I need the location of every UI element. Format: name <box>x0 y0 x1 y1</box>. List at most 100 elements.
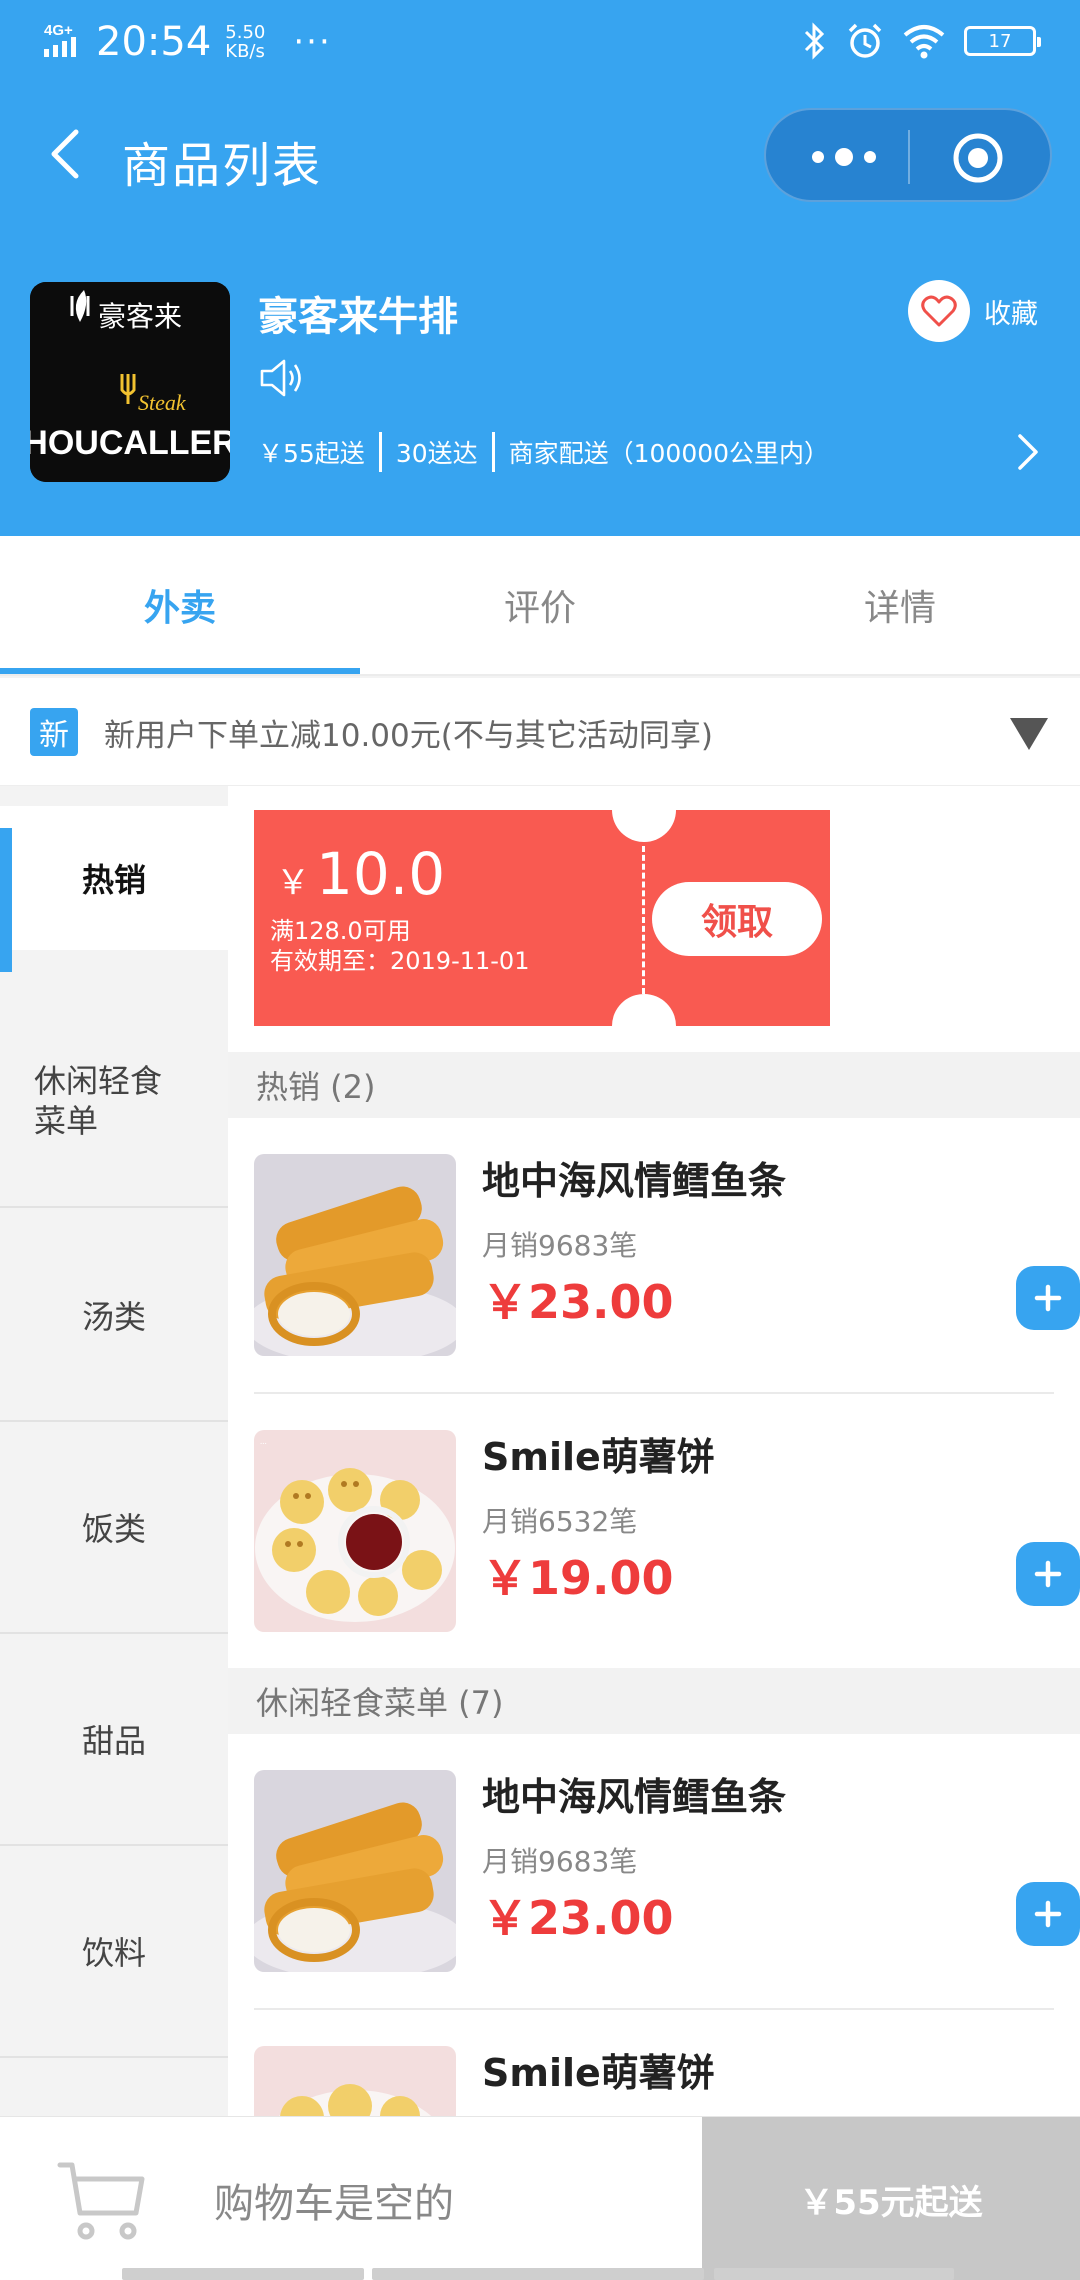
category-rice[interactable]: 饭类 <box>0 1422 228 1634</box>
more-options-icon[interactable] <box>804 134 884 180</box>
status-bar: 4G+ 20:54 5.50 KB/s ··· 17 <box>0 0 1080 84</box>
plus-icon <box>1034 1284 1062 1312</box>
coupon-notch-bottom <box>612 994 676 1058</box>
coupon-currency: ￥ <box>276 863 310 903</box>
product-name: Smile萌薯饼 <box>482 1435 715 1479</box>
heart-icon <box>921 295 957 327</box>
new-user-badge: 新 <box>30 708 78 756</box>
plus-icon <box>1034 1900 1062 1928</box>
section-header: 热销 (2) <box>228 1052 1080 1118</box>
product-price: ￥19.00 <box>482 1551 674 1605</box>
clock: 20:54 <box>96 19 212 65</box>
home-indicator <box>714 2268 954 2280</box>
add-to-cart-button[interactable] <box>1016 1542 1080 1606</box>
delivery-fee-text: 30送达 <box>395 439 478 468</box>
product-sales: 月销9683笔 <box>482 1845 638 1878</box>
promo-text: 新用户下单立减10.00元(不与其它活动同享) <box>104 718 713 754</box>
home-indicator <box>122 2268 364 2280</box>
product-image-fish-sticks <box>254 1154 456 1356</box>
product-item[interactable]: 地中海风情鳕鱼条 月销9683笔 ￥23.00 <box>254 1118 1080 1394</box>
signal-icon: 4G+ <box>44 22 76 57</box>
bluetooth-icon <box>804 22 825 60</box>
checkout-button[interactable]: ￥55元起送 <box>702 2117 1080 2280</box>
coupon-condition: 满128.0可用 <box>270 917 411 945</box>
tab-details[interactable]: 详情 <box>720 536 1080 674</box>
category-light-meal[interactable]: 休闲轻食菜单 <box>0 996 228 1208</box>
smile-potato-image <box>254 2046 456 2116</box>
svg-text:4G+: 4G+ <box>44 22 73 39</box>
expand-triangle-icon[interactable] <box>1010 718 1048 750</box>
product-image-smile-potato <box>254 2046 456 2116</box>
store-logo-image: 豪客来 Steak HOUCALLER <box>30 282 230 482</box>
category-dessert[interactable]: 甜品 <box>0 1634 228 1846</box>
product-sales: 月销6532笔 <box>482 1505 638 1538</box>
miniprogram-capsule <box>764 108 1052 202</box>
page-title: 商品列表 <box>122 138 323 194</box>
fish-sticks-image <box>254 1770 456 1972</box>
speaker-icon[interactable] <box>258 356 306 400</box>
delivery-scope-text: 商家配送（100000公里内） <box>508 439 830 468</box>
tab-reviews[interactable]: 评价 <box>360 536 720 674</box>
add-to-cart-button[interactable] <box>1016 1882 1080 1946</box>
product-item[interactable]: 地中海风情鳕鱼条 月销9683笔 ￥23.00 <box>254 1734 1080 2010</box>
meta-divider <box>378 432 382 472</box>
claim-coupon-button[interactable]: 领取 <box>652 882 822 956</box>
store-delivery-info: ￥55起送 30送达 商家配送（100000公里内） <box>258 432 829 472</box>
net-speed-unit: KB/s <box>225 41 265 62</box>
add-to-cart-button[interactable] <box>1016 1266 1080 1330</box>
cart-empty-text: 购物车是空的 <box>214 2181 454 2227</box>
product-name: 地中海风情鳕鱼条 <box>482 1159 787 1203</box>
coupon-notch-top <box>612 786 676 842</box>
active-tab-indicator <box>0 668 360 674</box>
navigation-bar: 商品列表 <box>0 100 1080 210</box>
coupon-amount: ￥ 10.0 <box>276 840 445 908</box>
coupon-value: 10.0 <box>316 840 446 908</box>
product-price: ￥23.00 <box>482 1891 674 1945</box>
home-indicator <box>372 2268 704 2280</box>
battery-level: 17 <box>988 30 1012 52</box>
plus-icon <box>1034 1560 1062 1588</box>
fish-sticks-image <box>254 1154 456 1356</box>
favorite-label: 收藏 <box>984 298 1038 330</box>
more-notifications: ··· <box>293 22 332 62</box>
network-indicator: 4G+ <box>44 21 90 64</box>
min-order-text: ￥55起送 <box>258 439 365 468</box>
logo-cn-text: 豪客来 <box>98 301 182 333</box>
shopping-cart-icon[interactable] <box>56 2155 148 2247</box>
net-speed: 5.50 KB/s <box>225 23 265 61</box>
coupon-dashed-divider <box>642 846 645 994</box>
store-header: 4G+ 20:54 5.50 KB/s ··· 17 商品列表 豪客来 Stea… <box>0 0 1080 536</box>
cart-bar: 购物车是空的 ￥55元起送 <box>0 2116 1080 2280</box>
promo-banner[interactable]: 新 新用户下单立减10.00元(不与其它活动同享) <box>0 678 1080 786</box>
section-header: 休闲轻食菜单 (7) <box>228 1668 1080 1734</box>
product-item[interactable]: ... Smile萌薯饼 月销6532笔 ￥19.00 <box>254 1394 1080 1670</box>
battery-icon: 17 <box>964 26 1041 56</box>
product-name: 地中海风情鳕鱼条 <box>482 1775 787 1819</box>
product-name: Smile萌薯饼 <box>482 2051 715 2095</box>
product-price: ￥23.00 <box>482 1275 674 1329</box>
product-item[interactable]: Smile萌薯饼 <box>254 2010 1054 2116</box>
coupon-terms: 满128.0可用 有效期至：2019-11-01 <box>270 916 529 976</box>
wifi-icon <box>903 25 945 59</box>
close-miniprogram-icon[interactable] <box>948 128 1008 188</box>
category-sidebar: 热销 休闲轻食菜单 汤类 饭类 甜品 饮料 <box>0 786 228 2116</box>
chevron-right-icon[interactable] <box>1010 430 1046 474</box>
store-name: 豪客来牛排 <box>258 294 458 340</box>
store-logo: 豪客来 Steak HOUCALLER <box>30 282 230 482</box>
svg-text:...: ... <box>260 1436 267 1446</box>
back-arrow-icon[interactable] <box>38 124 98 184</box>
category-soup[interactable]: 汤类 <box>0 1210 228 1422</box>
capsule-divider <box>908 130 910 184</box>
product-image-fish-sticks <box>254 1770 456 1972</box>
coupon-validity: 有效期至：2019-11-01 <box>270 947 530 975</box>
category-hot[interactable]: 热销 <box>0 806 228 972</box>
net-speed-value: 5.50 <box>225 22 266 43</box>
tab-takeout[interactable]: 外卖 <box>0 536 360 674</box>
category-drinks[interactable]: 饮料 <box>0 1846 228 2058</box>
product-sales: 月销9683笔 <box>482 1229 638 1262</box>
logo-steak-text: Steak <box>138 390 187 415</box>
coupon-card: ￥ 10.0 满128.0可用 有效期至：2019-11-01 领取 <box>254 786 830 1058</box>
favorite-button[interactable]: 收藏 <box>908 280 1038 342</box>
alarm-icon <box>848 23 882 58</box>
logo-en-text: HOUCALLER <box>30 424 230 462</box>
